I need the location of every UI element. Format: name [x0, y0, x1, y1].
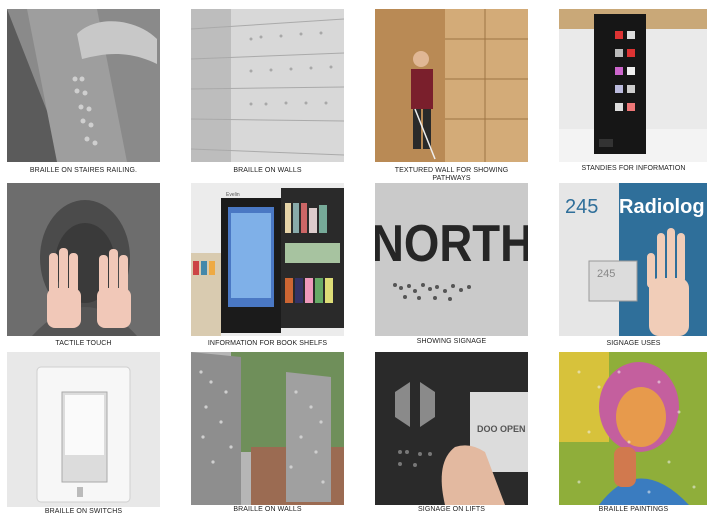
photo-braille-paintings	[559, 352, 707, 505]
photo-standies-information	[559, 9, 707, 162]
photo-braille-stair-railing	[7, 9, 160, 162]
photo-signage-on-lifts: DOO OPEN	[375, 352, 528, 505]
radiology-text: Radiolog	[619, 196, 705, 218]
caption-signage-uses: SIGNAGE USES	[606, 340, 661, 347]
photo-showing-signage: NORTH	[375, 183, 528, 336]
caption-braille-on-switchs: BRAILLE ON SWITCHS	[44, 508, 123, 515]
caption-braille-paintings: BRAILLE PAINTINGS	[598, 506, 669, 513]
photo-signage-uses: 245 Radiolog 245	[559, 183, 707, 336]
room-number-small-text: 245	[597, 268, 615, 280]
photo-info-book-shelfs: Evelin	[191, 183, 344, 336]
caption-textured-wall: TEXTURED WALL FOR SHOWING PATHWAYS	[394, 167, 509, 182]
caption-braille-on-walls: BRAILLE ON WALLS	[233, 167, 302, 174]
lift-text: DOO OPEN	[477, 424, 526, 434]
caption-tactile-touch: TACTILE TOUCH	[55, 340, 112, 347]
photo-braille-on-walls	[191, 9, 344, 162]
photo-braille-walls-outdoor	[191, 352, 344, 505]
caption-braille-walls-outdoor: BRAILLE ON WALLS	[233, 506, 302, 513]
kiosk-brand-text: Evelin	[226, 192, 240, 198]
caption-standies-information: STANDIES FOR INFORMATION	[581, 165, 686, 172]
caption-showing-signage: SHOWING SIGNAGE	[416, 338, 487, 345]
north-sign-text: NORTH	[375, 215, 528, 273]
photo-textured-wall-pathway	[375, 9, 528, 162]
photo-braille-on-switchs	[7, 352, 160, 507]
photo-tactile-touch	[7, 183, 160, 336]
caption-info-book-shelfs: INFORMATION FOR BOOK SHELFS	[207, 340, 328, 347]
room-number-text: 245	[565, 196, 598, 218]
caption-signage-on-lifts: SIGNAGE ON LIFTS	[418, 506, 485, 513]
caption-braille-stair-railing: BRAILLE ON STAIRES RAILING.	[29, 167, 138, 174]
